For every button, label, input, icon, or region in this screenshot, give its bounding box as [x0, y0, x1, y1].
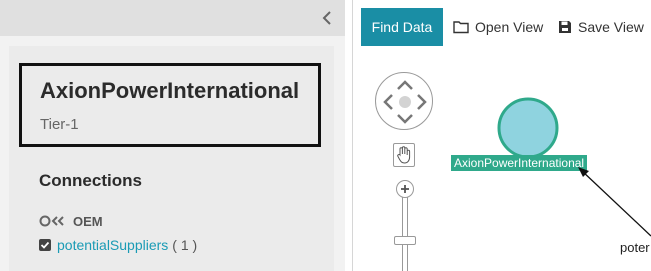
chevron-left-icon — [322, 11, 331, 25]
folder-icon — [453, 21, 469, 34]
radio-back-icon — [39, 215, 64, 227]
entity-name: AxionPowerInternational — [40, 78, 300, 103]
edge-label: poter — [620, 240, 650, 255]
oem-connection-row[interactable]: OEM — [39, 213, 103, 229]
pan-mode-button[interactable] — [393, 143, 415, 167]
connections-title: Connections — [39, 171, 142, 190]
divider-line — [352, 0, 353, 271]
checkmark-icon — [40, 241, 50, 249]
zoom-in-button[interactable] — [396, 180, 414, 198]
supplier-count: ( 1 ) — [172, 237, 198, 253]
plus-icon — [401, 185, 409, 193]
entity-header-box: AxionPowerInternational Tier-1 — [19, 63, 321, 147]
potential-suppliers-link[interactable]: potentialSuppliers — [57, 237, 168, 253]
node-circle — [497, 97, 559, 159]
pan-control[interactable] — [375, 72, 433, 130]
find-data-button[interactable]: Find Data — [361, 8, 443, 46]
graph-node[interactable] — [496, 96, 560, 160]
supplier-connection-row: potentialSuppliers ( 1 ) — [39, 236, 197, 254]
zoom-slider-handle[interactable] — [394, 236, 416, 245]
save-view-label: Save View — [578, 19, 644, 35]
details-panel-header — [0, 0, 345, 36]
collapse-panel-button[interactable] — [319, 8, 335, 28]
pan-arrows-icon — [383, 80, 427, 124]
zoom-slider-track[interactable] — [402, 192, 408, 271]
open-view-button[interactable]: Open View — [453, 8, 543, 46]
save-view-button[interactable]: Save View — [558, 8, 644, 46]
graph-toolbar: Find Data Open View Save View — [361, 8, 651, 46]
floppy-disk-icon — [559, 21, 571, 33]
entity-tier: Tier-1 — [40, 116, 79, 133]
oem-label: OEM — [73, 213, 103, 229]
node-label: AxionPowerInternational — [451, 155, 588, 171]
hand-icon — [397, 146, 411, 164]
open-view-label: Open View — [475, 19, 544, 35]
graph-edge[interactable] — [575, 166, 651, 246]
panel-divider[interactable] — [345, 0, 361, 271]
supplier-checkbox[interactable] — [39, 239, 51, 251]
